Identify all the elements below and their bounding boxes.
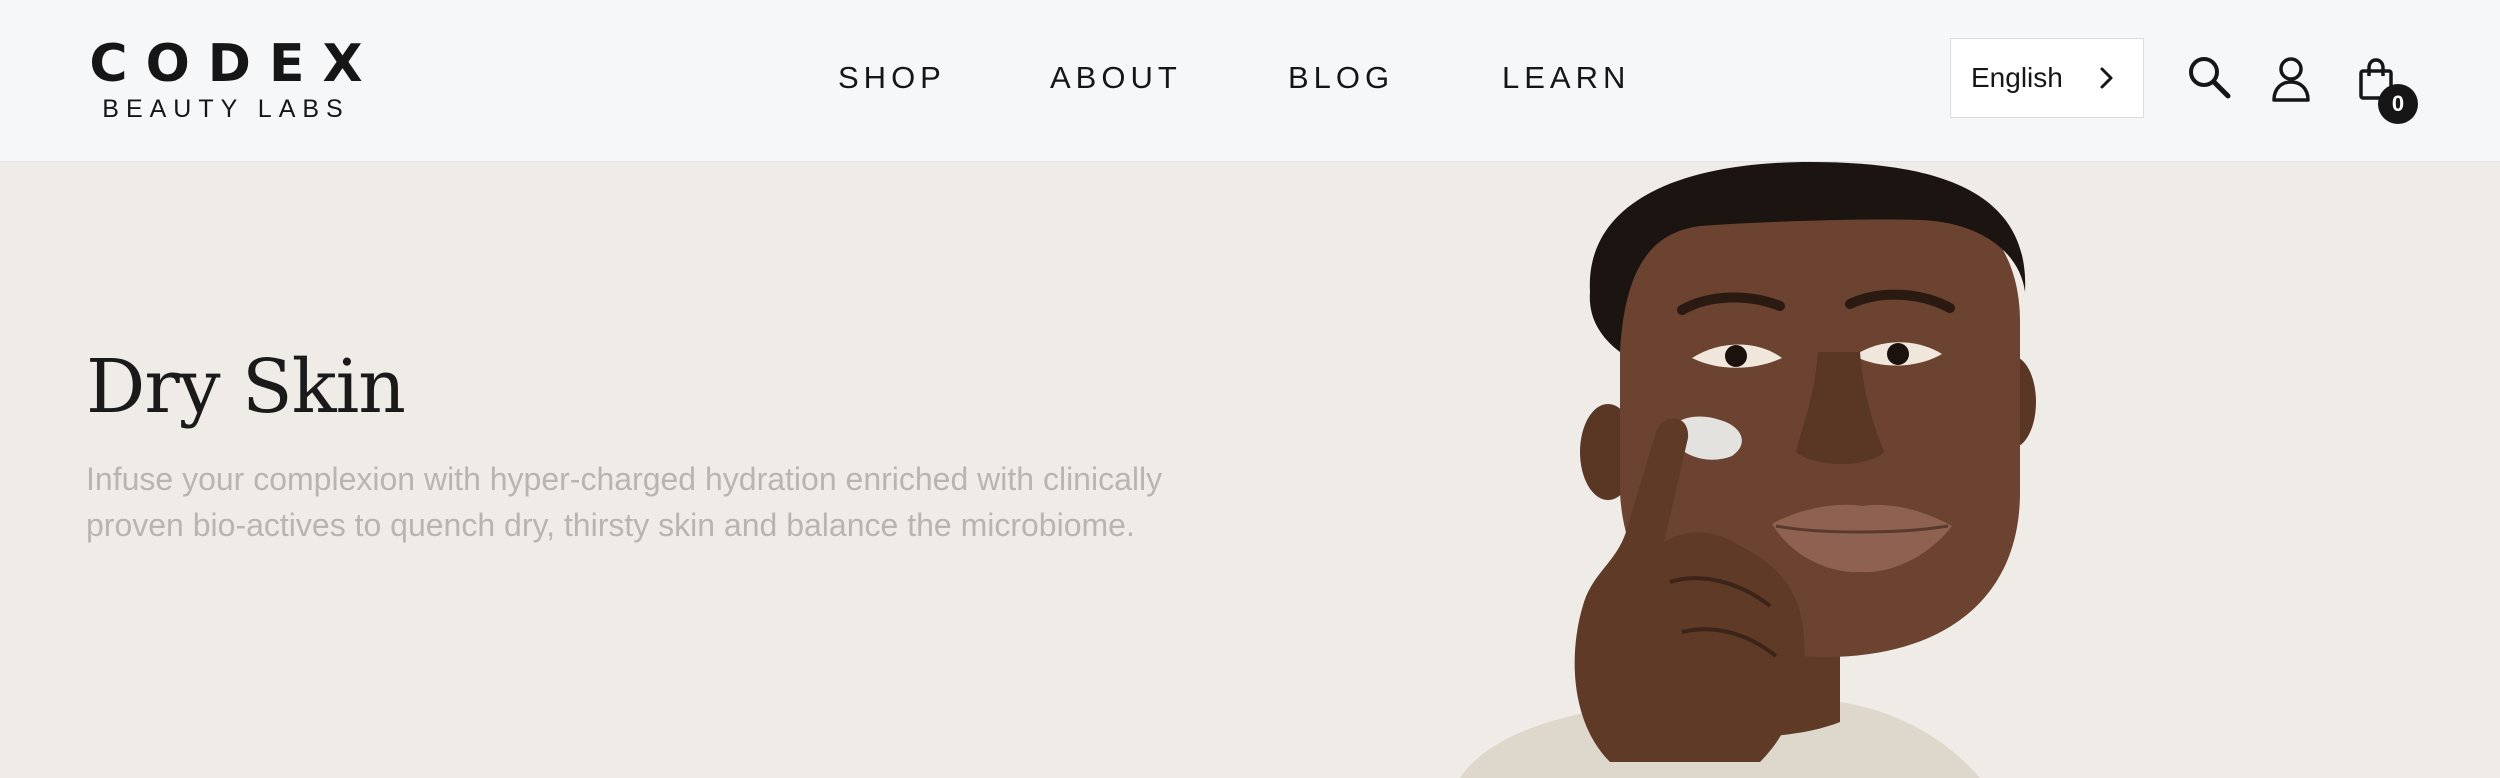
nav-item-learn[interactable]: LEARN xyxy=(1502,60,1630,96)
chevron-right-icon xyxy=(2100,67,2113,89)
language-label: English xyxy=(1971,62,2063,93)
hero-description: Infuse your complexion with hyper-charge… xyxy=(86,461,1163,543)
nav-item-blog[interactable]: BLOG xyxy=(1288,60,1394,96)
cart-count-badge: 0 xyxy=(2378,84,2418,124)
hero-model-photo xyxy=(1460,162,2036,778)
hero-banner: Dry Skin Infuse your complexion with hyp… xyxy=(0,162,2500,778)
account-icon[interactable] xyxy=(2270,56,2312,102)
brand-logo[interactable]: CODEX BEAUTY LABS xyxy=(86,38,366,124)
language-selector[interactable]: English xyxy=(1950,38,2144,118)
nav-item-shop[interactable]: SHOP xyxy=(838,60,946,96)
brand-tagline: BEAUTY LABS xyxy=(102,95,350,123)
nav-item-about[interactable]: ABOUT xyxy=(1050,60,1182,96)
site-header: CODEX BEAUTY LABS SHOP ABOUT BLOG LEARN … xyxy=(0,0,2500,162)
hero-title: Dry Skin xyxy=(86,344,406,430)
brand-name: CODEX xyxy=(89,34,381,94)
search-icon[interactable] xyxy=(2186,54,2232,100)
